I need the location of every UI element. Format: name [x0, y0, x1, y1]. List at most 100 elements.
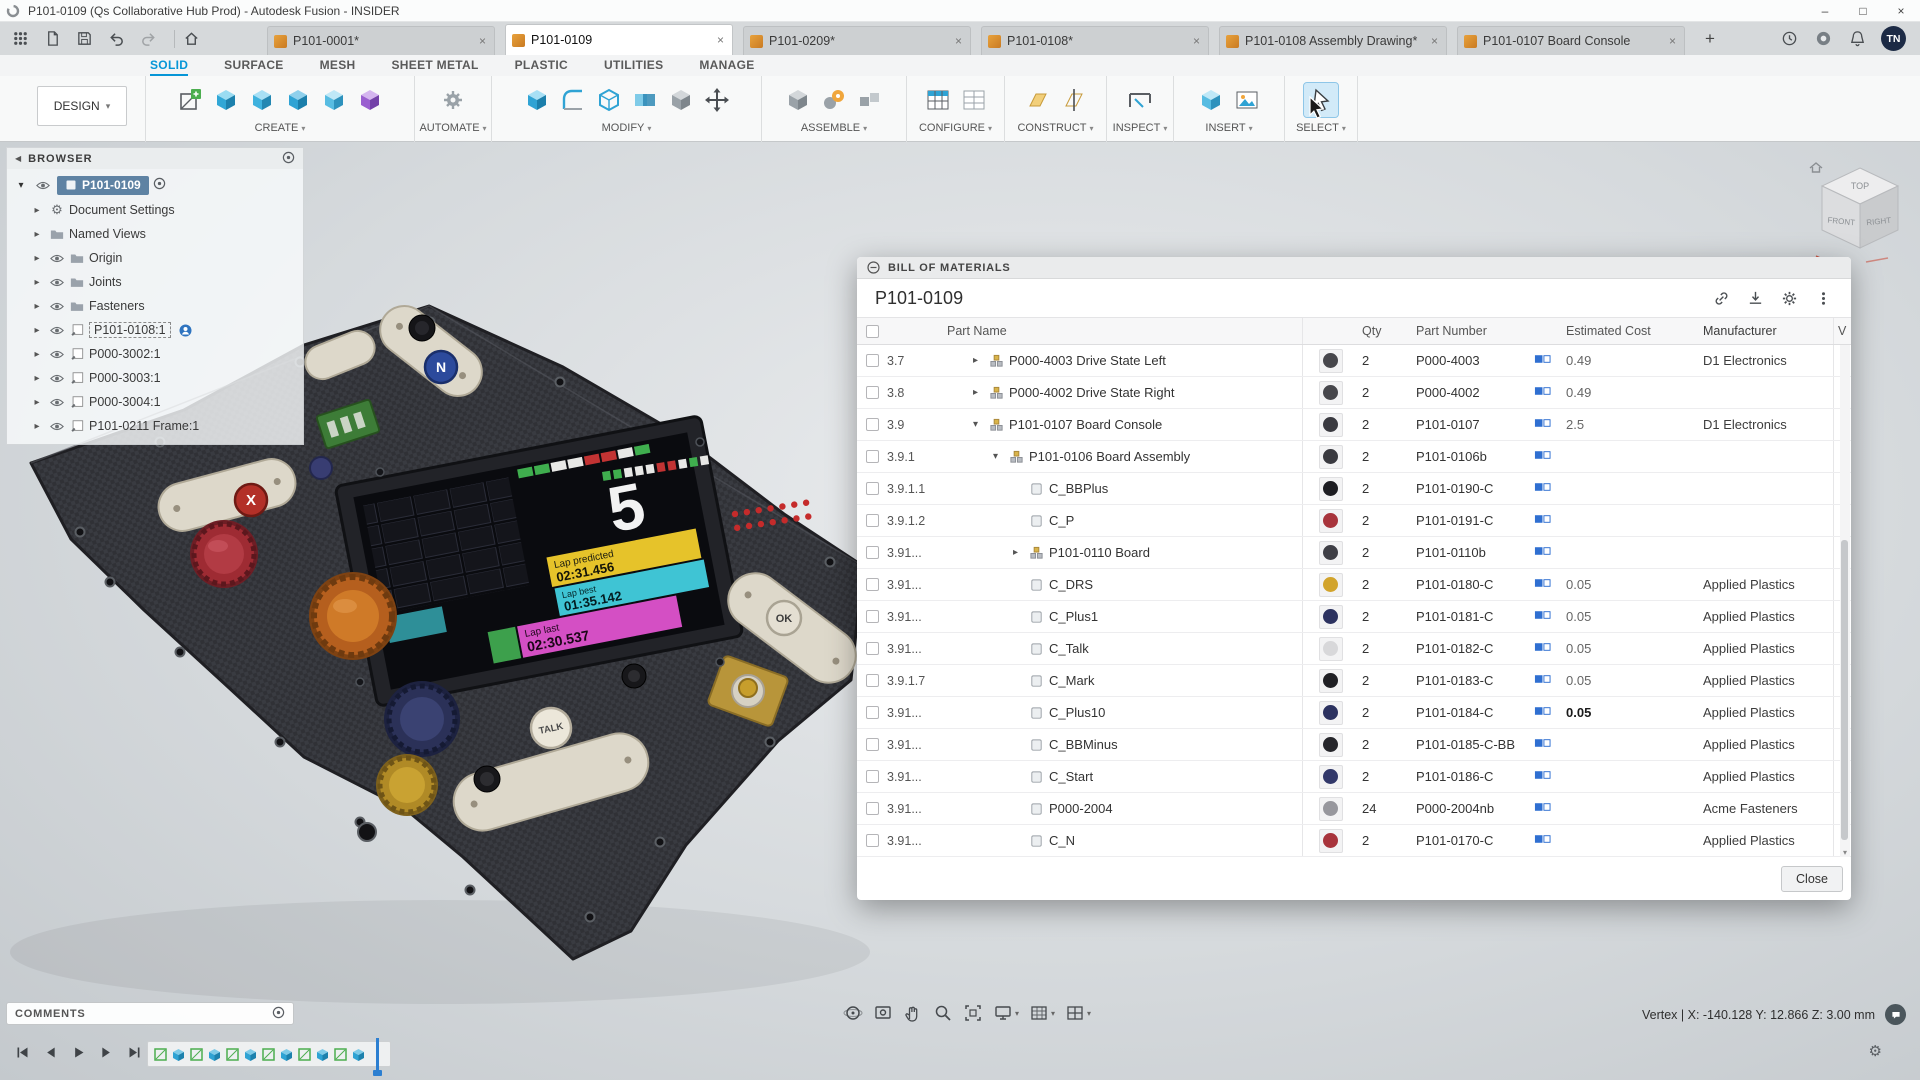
expand-arrow-icon[interactable]: ▸ [27, 349, 47, 360]
collapse-left-icon[interactable]: ◀ [15, 154, 21, 163]
row-checkbox[interactable] [866, 354, 879, 367]
row-checkbox[interactable] [866, 802, 879, 815]
ribbon-tab[interactable]: SURFACE [224, 55, 283, 76]
bom-table-row[interactable]: 3.91... C_Plus1 2 P101-0181-C 0.05 Appli… [857, 601, 1851, 633]
ribbon-tab[interactable]: UTILITIES [604, 55, 663, 76]
visibility-eye-icon[interactable] [47, 325, 67, 336]
look-at-icon[interactable] [873, 1003, 893, 1023]
row-checkbox[interactable] [866, 450, 879, 463]
expand-arrow-icon[interactable]: ▸ [27, 229, 47, 240]
ribbon-group-label[interactable]: SELECT ▾ [1296, 122, 1346, 134]
pan-icon[interactable] [903, 1003, 923, 1023]
bom-panel-header[interactable]: BILL OF MATERIALS [857, 257, 1851, 279]
bom-table-row[interactable]: 3.91... C_Talk 2 P101-0182-C 0.05 Applie… [857, 633, 1851, 665]
browser-item[interactable]: ▸ P101-0108:1 [7, 318, 303, 342]
row-checkbox[interactable] [866, 674, 879, 687]
visibility-eye-icon[interactable] [47, 397, 67, 408]
browser-item[interactable]: ▸ P101-0211 Frame:1 [7, 414, 303, 438]
play-icon[interactable] [68, 1042, 88, 1062]
timeline-feature-icon[interactable] [261, 1047, 276, 1062]
visibility-eye-icon[interactable] [33, 180, 53, 191]
row-checkbox[interactable] [866, 578, 879, 591]
timeline-feature-icon[interactable] [333, 1047, 348, 1062]
ribbon-tab[interactable]: MESH [320, 55, 356, 76]
shell-icon[interactable] [592, 83, 626, 117]
close-tab-icon[interactable]: × [1667, 34, 1678, 48]
visibility-eye-icon[interactable] [47, 301, 67, 312]
document-tab[interactable]: P101-0109 × [505, 24, 733, 55]
bom-table-row[interactable]: 3.91... ▸ P101-0110 Board 2 P101-0110b [857, 537, 1851, 569]
activate-component-icon[interactable] [153, 177, 166, 193]
zoom-icon[interactable] [933, 1003, 953, 1023]
target-circle-icon[interactable] [272, 1006, 285, 1022]
document-tab[interactable]: P101-0107 Board Console × [1457, 26, 1685, 55]
revolve-icon[interactable] [281, 83, 315, 117]
close-button[interactable]: Close [1781, 866, 1843, 892]
select-all-checkbox[interactable] [866, 325, 879, 338]
close-window-button[interactable]: × [1882, 0, 1920, 21]
status-circle-icon[interactable] [1813, 29, 1833, 49]
step-forward-icon[interactable] [96, 1042, 116, 1062]
bom-table-row[interactable]: 3.91... P000-2004 24 P000-2004nb Acme Fa… [857, 793, 1851, 825]
visibility-eye-icon[interactable] [47, 421, 67, 432]
ribbon-group-label[interactable]: MODIFY ▾ [602, 122, 652, 134]
new-component-icon[interactable] [781, 83, 815, 117]
browser-item[interactable]: ▸ P000-3003:1 [7, 366, 303, 390]
fillet-icon[interactable] [556, 83, 590, 117]
bom-table-row[interactable]: 3.9.1.2 C_P 2 P101-0191-C [857, 505, 1851, 537]
expand-arrow-icon[interactable]: ▸ [27, 277, 47, 288]
step-back-icon[interactable] [40, 1042, 60, 1062]
scrollbar-thumb[interactable] [1841, 540, 1848, 840]
row-checkbox[interactable] [866, 642, 879, 655]
visibility-eye-icon[interactable] [47, 373, 67, 384]
grid-settings-icon[interactable]: ▾ [1029, 1003, 1055, 1023]
timeline-feature-icon[interactable] [189, 1047, 204, 1062]
create-sketch-icon[interactable] [173, 83, 207, 117]
orbit-icon[interactable] [843, 1003, 863, 1023]
extrude-icon[interactable] [245, 83, 279, 117]
viewcube[interactable]: TOP FRONT RIGHT [1806, 158, 1914, 270]
timeline-feature-icon[interactable] [243, 1047, 258, 1062]
bom-table-row[interactable]: 3.91... C_N 2 P101-0170-C Applied Plasti… [857, 825, 1851, 857]
axis-icon[interactable] [1057, 83, 1091, 117]
move-icon[interactable] [700, 83, 734, 117]
timeline-feature-icon[interactable] [315, 1047, 330, 1062]
expand-arrow-icon[interactable]: ▸ [973, 387, 989, 398]
timeline-feature-icon[interactable] [225, 1047, 240, 1062]
undo-icon[interactable] [106, 29, 126, 49]
ribbon-group-label[interactable]: INSERT ▾ [1205, 122, 1252, 134]
timeline-feature-icon[interactable] [279, 1047, 294, 1062]
expand-arrow-icon[interactable]: ▸ [27, 301, 47, 312]
expand-arrow-icon[interactable]: ▸ [27, 397, 47, 408]
browser-header[interactable]: ◀ BROWSER [7, 148, 303, 169]
bom-table-row[interactable]: 3.9.1.7 C_Mark 2 P101-0183-C 0.05 Applie… [857, 665, 1851, 697]
offset-icon[interactable] [664, 83, 698, 117]
close-tab-icon[interactable]: × [1429, 34, 1440, 48]
insert-derive-icon[interactable] [1194, 83, 1228, 117]
expand-arrow-icon[interactable]: ▸ [27, 253, 47, 264]
form-icon[interactable] [353, 83, 387, 117]
bom-table-row[interactable]: 3.9 ▾ P101-0107 Board Console 2 P101-010… [857, 409, 1851, 441]
ribbon-tab[interactable]: SHEET METAL [392, 55, 479, 76]
preferences-gear-icon[interactable]: ⚙ [1869, 1042, 1882, 1060]
expand-arrow-icon[interactable]: ▸ [1013, 547, 1029, 558]
bom-table-row[interactable]: 3.7 ▸ P000-4003 Drive State Left 2 P000-… [857, 345, 1851, 377]
clock-icon[interactable] [1779, 29, 1799, 49]
bom-table-row[interactable]: 3.91... C_DRS 2 P101-0180-C 0.05 Applied… [857, 569, 1851, 601]
ribbon-group-label[interactable]: CREATE ▾ [255, 122, 306, 134]
new-tab-button[interactable]: + [1697, 26, 1723, 52]
document-tab[interactable]: P101-0001* × [267, 26, 495, 55]
close-tab-icon[interactable]: × [477, 34, 488, 48]
display-settings-icon[interactable]: ▾ [993, 1003, 1019, 1023]
bom-scrollbar[interactable]: ▾ [1840, 345, 1850, 857]
sweep-icon[interactable] [317, 83, 351, 117]
minimize-button[interactable]: – [1806, 0, 1844, 21]
document-tab[interactable]: P101-0108 Assembly Drawing* × [1219, 26, 1447, 55]
bom-table-row[interactable]: 3.91... C_Start 2 P101-0186-C Applied Pl… [857, 761, 1851, 793]
browser-item[interactable]: ▸ ⚙ Document Settings [7, 198, 303, 222]
row-checkbox[interactable] [866, 418, 879, 431]
row-checkbox[interactable] [866, 738, 879, 751]
viewports-icon[interactable]: ▾ [1065, 1003, 1091, 1023]
config-table-icon[interactable] [957, 83, 991, 117]
avatar[interactable]: TN [1881, 26, 1906, 51]
